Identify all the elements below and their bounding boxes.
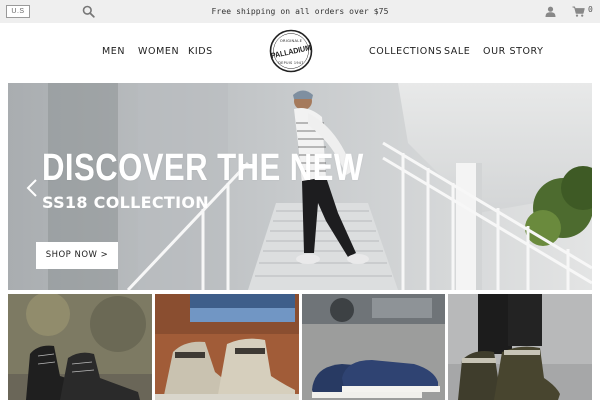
cart-count[interactable]: 0 — [588, 5, 593, 14]
hero-title: DISCOVER THE NEW — [42, 147, 364, 189]
user-icon[interactable] — [545, 6, 556, 17]
beige-boots-tile[interactable] — [155, 294, 299, 400]
olive-boots-image — [448, 294, 592, 400]
navy-sneakers-image — [302, 294, 445, 400]
olive-boots-tile[interactable] — [448, 294, 592, 400]
palladium-logo[interactable]: ORIGINALE PALLADIUM DEPUIS 1947 — [269, 29, 313, 73]
svg-text:ORIGINALE: ORIGINALE — [280, 39, 303, 43]
chevron-left-icon[interactable] — [26, 178, 38, 198]
black-boots-tile[interactable] — [8, 294, 152, 400]
promo-banner[interactable]: Free shipping on all orders over $75 — [160, 0, 440, 23]
nav-link-our-story[interactable]: OUR STORY — [483, 46, 544, 57]
hero-banner[interactable]: DISCOVER THE NEW SS18 COLLECTION SHOP NO… — [8, 83, 592, 290]
cart-icon[interactable] — [572, 6, 585, 17]
hero-subtitle: SS18 COLLECTION — [42, 193, 209, 212]
svg-text:DEPUIS 1947: DEPUIS 1947 — [278, 61, 303, 65]
search-icon[interactable] — [82, 5, 95, 18]
nav-link-women[interactable]: WOMEN — [138, 46, 179, 57]
beige-boots-image — [155, 294, 299, 400]
nav-link-kids[interactable]: KIDS — [188, 46, 213, 57]
nav-link-collections[interactable]: COLLECTIONS — [369, 46, 442, 57]
black-boots-image — [8, 294, 152, 400]
nav-link-sale[interactable]: SALE — [444, 46, 470, 57]
main-nav: MEN WOMEN KIDS ORIGINALE PALLADIUM DEPUI… — [0, 23, 600, 82]
region-select[interactable]: U.S — [6, 5, 30, 18]
nav-link-men[interactable]: MEN — [102, 46, 125, 57]
top-bar: U.S Free shipping on all orders over $75… — [0, 0, 600, 23]
shop-now-button[interactable]: SHOP NOW > — [36, 242, 118, 269]
navy-sneakers-tile[interactable] — [302, 294, 445, 400]
